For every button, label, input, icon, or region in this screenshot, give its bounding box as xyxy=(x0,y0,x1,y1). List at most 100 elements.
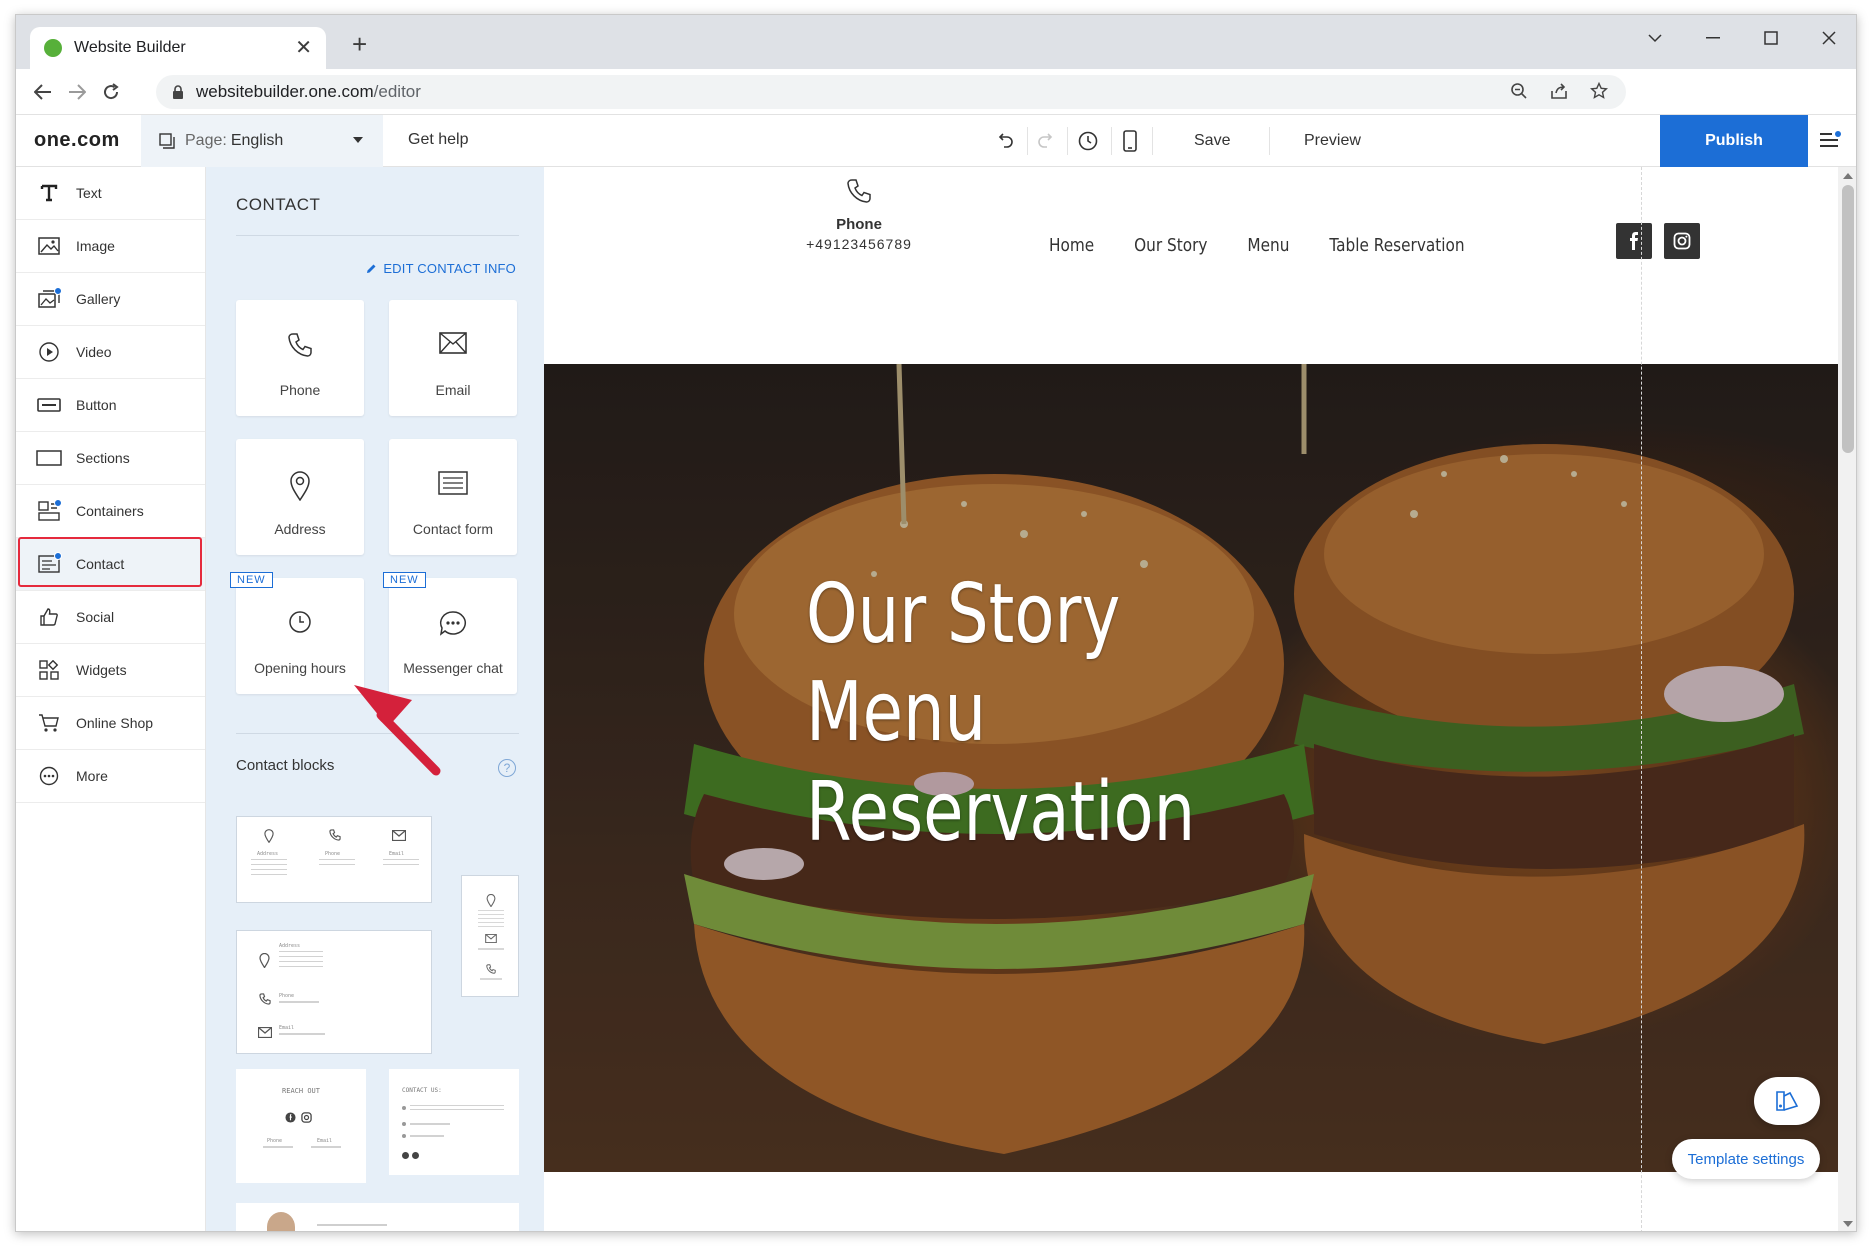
contact-card-phone[interactable]: Phone xyxy=(236,300,364,416)
scroll-up-icon[interactable] xyxy=(1843,173,1853,179)
placeholder-text-lines xyxy=(279,1001,319,1003)
sidebar-item-widgets[interactable]: Widgets xyxy=(16,644,205,697)
location-pin-icon xyxy=(259,953,270,968)
design-tools-button[interactable] xyxy=(1754,1077,1820,1125)
placeholder-text-lines xyxy=(279,1033,325,1035)
site-instagram-button[interactable] xyxy=(1664,223,1700,259)
nav-item-table-reservation[interactable]: Table Reservation xyxy=(1329,235,1464,256)
zoom-icon[interactable] xyxy=(1510,82,1528,100)
contact-block-profile[interactable] xyxy=(236,1203,519,1231)
block-email-label: Email xyxy=(317,1138,333,1144)
get-help-link[interactable]: Get help xyxy=(408,131,468,149)
url-input[interactable]: websitebuilder.one.com/editor xyxy=(156,75,1626,109)
bookmark-star-icon[interactable] xyxy=(1590,82,1608,100)
contact-card-messenger-chat[interactable]: NEW Messenger chat xyxy=(383,572,517,694)
new-badge: NEW xyxy=(383,572,426,588)
sidebar-item-image[interactable]: Image xyxy=(16,220,205,273)
avatar xyxy=(267,1212,295,1231)
close-tab-icon[interactable]: ✕ xyxy=(295,38,312,58)
help-icon[interactable]: ? xyxy=(498,759,516,777)
lock-icon xyxy=(173,84,183,99)
sidebar-item-more[interactable]: More xyxy=(16,750,205,803)
logo: one.com xyxy=(34,129,120,151)
contact-block-narrow-column[interactable] xyxy=(461,875,519,997)
image-icon xyxy=(36,233,62,259)
preview-button[interactable]: Preview xyxy=(1304,132,1361,150)
clock-icon xyxy=(236,610,364,634)
location-pin-icon xyxy=(264,829,274,843)
video-icon xyxy=(36,339,62,365)
nav-item-our-story[interactable]: Our Story xyxy=(1134,235,1207,256)
mobile-view-icon[interactable] xyxy=(1116,127,1144,155)
hero-text-menu[interactable]: Menu xyxy=(806,672,986,754)
new-tab-icon[interactable]: + xyxy=(352,31,367,57)
location-pin-icon xyxy=(236,471,364,501)
chevron-down-icon[interactable] xyxy=(1646,29,1664,47)
editor-toolbar: one.com Page: English Get help Save Prev… xyxy=(16,115,1856,167)
toolbar-divider xyxy=(1152,127,1153,155)
history-icon[interactable] xyxy=(1074,127,1102,155)
pages-icon xyxy=(159,133,175,149)
sidebar-item-button[interactable]: Button xyxy=(16,379,205,432)
share-icon[interactable] xyxy=(1550,82,1568,100)
sidebar-item-text[interactable]: Text xyxy=(16,167,205,220)
hero-text-reservation[interactable]: Reservation xyxy=(806,772,1195,854)
contact-card-email[interactable]: Email xyxy=(389,300,517,416)
sidebar-item-label: Button xyxy=(76,397,117,413)
contact-block-reach-out[interactable]: REACH OUT Phone Email xyxy=(236,1069,366,1183)
contact-block-vertical-list[interactable]: Address Phone Email xyxy=(236,930,432,1054)
contact-card-address[interactable]: Address xyxy=(236,439,364,555)
scroll-thumb[interactable] xyxy=(1842,185,1854,453)
sidebar-item-video[interactable]: Video xyxy=(16,326,205,379)
nav-item-home[interactable]: Home xyxy=(1049,235,1094,256)
sidebar-item-online-shop[interactable]: Online Shop xyxy=(16,697,205,750)
edit-contact-info-link[interactable]: EDIT CONTACT INFO xyxy=(366,261,516,276)
maximize-icon[interactable] xyxy=(1762,29,1780,47)
publish-button[interactable]: Publish xyxy=(1660,115,1808,167)
contact-block-contact-us[interactable]: CONTACT US: xyxy=(389,1069,519,1175)
undo-icon[interactable] xyxy=(991,127,1019,155)
canvas-scrollbar[interactable] xyxy=(1838,167,1856,1231)
site-facebook-button[interactable] xyxy=(1616,223,1652,259)
email-icon xyxy=(392,830,406,841)
sidebar-item-social[interactable]: Social xyxy=(16,591,205,644)
forward-icon[interactable] xyxy=(64,79,90,105)
cart-icon xyxy=(36,710,62,736)
sidebar-item-contact[interactable]: Contact xyxy=(16,538,205,591)
sidebar-item-gallery[interactable]: Gallery xyxy=(16,273,205,326)
template-settings-button[interactable]: Template settings xyxy=(1672,1139,1820,1179)
pencil-icon xyxy=(367,264,376,273)
reload-icon[interactable] xyxy=(98,79,124,105)
block-reach-out-heading: REACH OUT xyxy=(282,1087,320,1095)
sidebar-item-label: Video xyxy=(76,344,112,360)
site-phone-widget[interactable]: Phone +49123456789 xyxy=(799,177,919,252)
panel-divider xyxy=(236,235,519,236)
scroll-down-icon[interactable] xyxy=(1843,1221,1853,1227)
minimize-icon[interactable] xyxy=(1704,29,1722,47)
menu-toggle-icon[interactable] xyxy=(1818,129,1846,153)
placeholder-text-lines xyxy=(410,1123,450,1125)
redo-icon[interactable] xyxy=(1032,127,1060,155)
browser-tab[interactable]: Website Builder ✕ xyxy=(30,27,326,69)
contact-block-horizontal[interactable]: Address Phone Email xyxy=(236,816,432,903)
back-icon[interactable] xyxy=(30,79,56,105)
text-icon xyxy=(36,180,62,206)
placeholder-text-lines xyxy=(478,910,504,928)
bullet-icon xyxy=(402,1134,406,1138)
sidebar-item-sections[interactable]: Sections xyxy=(16,432,205,485)
facebook-icon xyxy=(402,1152,409,1159)
close-window-icon[interactable] xyxy=(1820,29,1838,47)
sidebar-item-containers[interactable]: Containers xyxy=(16,485,205,538)
nav-item-menu[interactable]: Menu xyxy=(1247,235,1289,256)
contact-card-contact-form[interactable]: Contact form xyxy=(389,439,517,555)
block-address-label: Address xyxy=(257,851,279,857)
hero-image[interactable]: Our Story Menu Reservation xyxy=(544,364,1838,1172)
save-button[interactable]: Save xyxy=(1194,132,1230,150)
location-pin-icon xyxy=(486,894,496,907)
contact-card-opening-hours[interactable]: NEW Opening hours xyxy=(230,572,364,694)
widgets-icon xyxy=(36,657,62,683)
button-icon xyxy=(36,392,62,418)
hero-text-our-story[interactable]: Our Story xyxy=(806,574,1120,656)
sidebar-item-label: More xyxy=(76,768,108,784)
page-selector[interactable]: Page: English xyxy=(141,115,383,167)
